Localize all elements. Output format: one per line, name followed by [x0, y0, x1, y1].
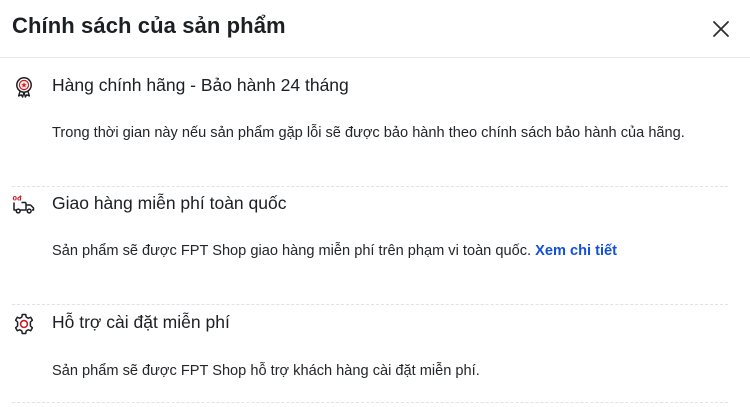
policy-title: Giao hàng miễn phí toàn quốc	[52, 193, 287, 213]
policy-description-text: Sản phẩm sẽ được FPT Shop giao hàng miễn…	[52, 243, 532, 259]
divider	[12, 186, 728, 187]
close-button[interactable]	[709, 17, 733, 41]
policy-item-warranty: Hàng chính hãng - Bảo hành 24 tháng Tron…	[12, 74, 728, 141]
policy-description: Trong thời gian này nếu sản phẩm gặp lỗi…	[52, 125, 685, 141]
modal-header: Chính sách của sản phẩm	[0, 0, 750, 58]
policy-modal: Chính sách của sản phẩm Hàng chính hãng …	[0, 0, 750, 407]
policy-item-installation: Hỗ trợ cài đặt miễn phí Sản phẩm sẽ được…	[12, 311, 728, 379]
close-icon[interactable]	[709, 17, 733, 41]
installation-gear-icon	[12, 312, 36, 336]
policy-header: Hàng chính hãng - Bảo hành 24 tháng	[12, 74, 728, 100]
policy-description: Sản phẩm sẽ được FPT Shop giao hàng miễn…	[52, 240, 732, 262]
view-details-link[interactable]: Xem chi tiết	[535, 243, 617, 259]
policy-description: Sản phẩm sẽ được FPT Shop hỗ trợ khách h…	[52, 363, 480, 379]
genuine-badge-icon	[12, 75, 36, 99]
policy-item-delivery: 0đ Giao hàng miễn phí toàn quốc Sản phẩm…	[12, 192, 728, 259]
policy-title: Hàng chính hãng - Bảo hành 24 tháng	[52, 75, 349, 95]
policy-header: 0đ Giao hàng miễn phí toàn quốc	[12, 192, 728, 218]
free-delivery-truck-icon: 0đ	[12, 193, 36, 217]
svg-text:0đ: 0đ	[13, 195, 23, 203]
modal-title: Chính sách của sản phẩm	[12, 13, 286, 38]
policy-header: Hỗ trợ cài đặt miễn phí	[12, 311, 728, 337]
divider	[12, 304, 728, 305]
policy-title: Hỗ trợ cài đặt miễn phí	[52, 312, 230, 332]
divider	[12, 402, 728, 403]
